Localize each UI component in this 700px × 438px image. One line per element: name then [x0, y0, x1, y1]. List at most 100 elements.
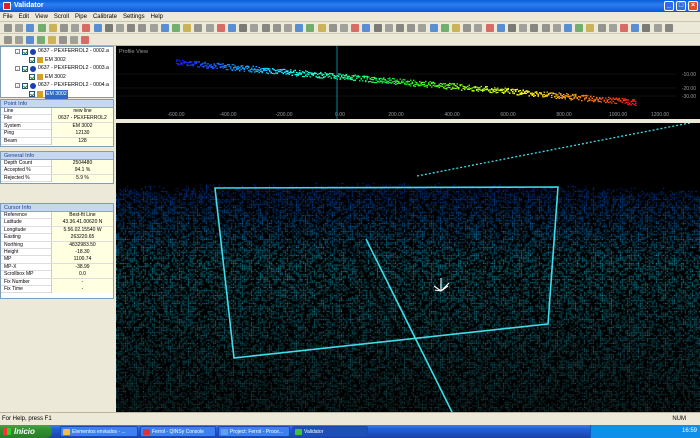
checkbox-icon[interactable]: [29, 74, 35, 80]
checkbox-icon[interactable]: [22, 49, 28, 55]
toolbar-button-icon[interactable]: [228, 24, 236, 32]
toolbar-button-icon[interactable]: [642, 24, 650, 32]
toolbar-button-icon[interactable]: [542, 24, 550, 32]
toolbar-button-icon[interactable]: [94, 24, 102, 32]
toolbar-button-icon[interactable]: [575, 24, 583, 32]
toolbar-button-icon[interactable]: [452, 24, 460, 32]
expand-icon[interactable]: -: [15, 49, 20, 54]
menu-help[interactable]: Help: [148, 12, 166, 22]
menu-settings[interactable]: Settings: [120, 12, 148, 22]
toolbar-button-icon[interactable]: [598, 24, 606, 32]
toolbar-button-icon[interactable]: [418, 24, 426, 32]
toolbar-button-icon[interactable]: [194, 24, 202, 32]
toolbar-button-icon[interactable]: [81, 36, 89, 44]
toolbar-button-icon[interactable]: [620, 24, 628, 32]
toolbar-button-icon[interactable]: [48, 36, 56, 44]
toolbar-button-icon[interactable]: [508, 24, 516, 32]
toolbar-button-icon[interactable]: [172, 24, 180, 32]
toolbar-button-icon[interactable]: [564, 24, 572, 32]
toolbar-button-icon[interactable]: [49, 24, 57, 32]
maximize-button[interactable]: □: [676, 1, 686, 11]
toolbar-button-icon[interactable]: [665, 24, 673, 32]
toolbar-button-icon[interactable]: [37, 36, 45, 44]
menu-edit[interactable]: Edit: [16, 12, 32, 22]
toolbar-button-icon[interactable]: [26, 36, 34, 44]
toolbar-button-icon[interactable]: [407, 24, 415, 32]
close-button[interactable]: ×: [688, 1, 698, 11]
toolbar-button-icon[interactable]: [15, 24, 23, 32]
menu-calibrate[interactable]: Calibrate: [90, 12, 120, 22]
toolbar-button-icon[interactable]: [206, 24, 214, 32]
toolbar-button-icon[interactable]: [273, 24, 281, 32]
menu-file[interactable]: File: [0, 12, 16, 22]
toolbar-button-icon[interactable]: [150, 24, 158, 32]
task-processing-manager[interactable]: Project: Ferrol - Proce...: [218, 426, 290, 437]
toolbar-button-icon[interactable]: [474, 24, 482, 32]
toolbar-button-icon[interactable]: [497, 24, 505, 32]
toolbar-button-icon[interactable]: [430, 24, 438, 32]
toolbar-button-icon[interactable]: [340, 24, 348, 32]
expand-icon[interactable]: -: [15, 83, 20, 88]
toolbar-button-icon[interactable]: [486, 24, 494, 32]
toolbar-button-icon[interactable]: [60, 24, 68, 32]
toolbar-button-icon[interactable]: [318, 24, 326, 32]
profile-plot[interactable]: Profile View -600.00 -400.00 -200.00 0.00 20…: [116, 46, 700, 119]
toolbar-button-icon[interactable]: [127, 24, 135, 32]
profile-view[interactable]: Profile View -600.00 -400.00 -200.00 0.00 20…: [116, 46, 700, 119]
menu-pipe[interactable]: Pipe: [72, 12, 90, 22]
toolbar-button-icon[interactable]: [654, 24, 662, 32]
checkbox-icon[interactable]: [22, 66, 28, 72]
toolbar-button-icon[interactable]: [15, 36, 23, 44]
toolbar-button-icon[interactable]: [284, 24, 292, 32]
toolbar-button-icon[interactable]: [138, 24, 146, 32]
toolbar-button-icon[interactable]: [239, 24, 247, 32]
toolbar-button-icon[interactable]: [362, 24, 370, 32]
toolbar-button-icon[interactable]: [463, 24, 471, 32]
toolbar-button-icon[interactable]: [586, 24, 594, 32]
toolbar-button-icon[interactable]: [82, 24, 90, 32]
toolbar-button-icon[interactable]: [609, 24, 617, 32]
toolbar-button-icon[interactable]: [396, 24, 404, 32]
toolbar-button-icon[interactable]: [183, 24, 191, 32]
toolbar-button-icon[interactable]: [329, 24, 337, 32]
task-validator[interactable]: Validator: [292, 426, 368, 437]
toolbar-button-icon[interactable]: [217, 24, 225, 32]
toolbar-button-icon[interactable]: [105, 24, 113, 32]
toolbar-button-icon[interactable]: [374, 24, 382, 32]
toolbar-button-icon[interactable]: [631, 24, 639, 32]
checkbox-icon[interactable]: [29, 91, 35, 97]
toolbar-button-icon[interactable]: [306, 24, 314, 32]
toolbar-button-icon[interactable]: [385, 24, 393, 32]
toolbar-button-icon[interactable]: [441, 24, 449, 32]
toolbar-button-icon[interactable]: [26, 24, 34, 32]
checkbox-icon[interactable]: [22, 83, 28, 89]
task-qinsy-console[interactable]: Ferrol - QINSy Console: [140, 426, 216, 437]
toolbar-button-icon[interactable]: [262, 24, 270, 32]
toolbar-button-icon[interactable]: [116, 24, 124, 32]
toolbar-button-icon[interactable]: [161, 24, 169, 32]
info-value: 4832983.50: [51, 242, 113, 249]
3d-view[interactable]: [116, 123, 700, 412]
title-bar[interactable]: Validator _ □ ×: [0, 0, 700, 12]
checkbox-icon[interactable]: [29, 57, 35, 63]
toolbar-button-icon[interactable]: [59, 36, 67, 44]
toolbar-button-icon[interactable]: [71, 24, 79, 32]
info-key: File: [4, 115, 50, 122]
task-sent-items[interactable]: Elementos enviados - ...: [60, 426, 138, 437]
menu-view[interactable]: View: [32, 12, 51, 22]
toolbar-button-icon[interactable]: [4, 24, 12, 32]
toolbar-button-icon[interactable]: [295, 24, 303, 32]
start-button[interactable]: Inicio: [0, 425, 52, 438]
toolbar-button-icon[interactable]: [70, 36, 78, 44]
toolbar-button-icon[interactable]: [553, 24, 561, 32]
menu-scroll[interactable]: Scroll: [51, 12, 72, 22]
toolbar-button-icon[interactable]: [530, 24, 538, 32]
selection-box[interactable]: [215, 187, 558, 358]
toolbar-button-icon[interactable]: [38, 24, 46, 32]
toolbar-button-icon[interactable]: [250, 24, 258, 32]
toolbar-button-icon[interactable]: [519, 24, 527, 32]
toolbar-button-icon[interactable]: [351, 24, 359, 32]
expand-icon[interactable]: -: [15, 66, 20, 71]
toolbar-button-icon[interactable]: [4, 36, 12, 44]
minimize-button[interactable]: _: [664, 1, 674, 11]
